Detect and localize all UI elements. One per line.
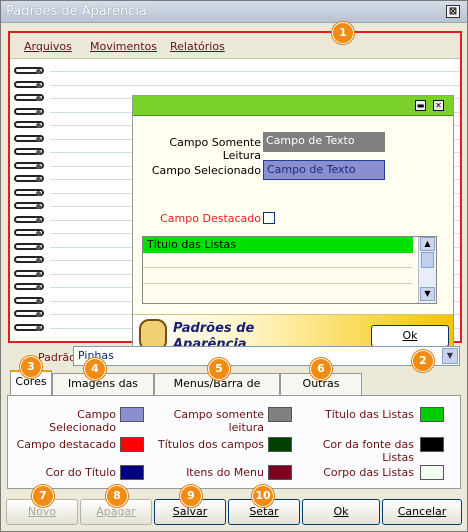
notebook-background: ▬ ✕ Campo Somente Leitura Campo de Texto…: [10, 59, 460, 359]
color-label: Itens do Menu: [186, 466, 264, 479]
spiral-ring-icon: [14, 227, 44, 239]
chevron-down-icon[interactable]: ▼: [442, 348, 458, 364]
spiral-ring-icon: [14, 119, 44, 131]
callout-badge: 8: [106, 485, 128, 507]
appearance-window: Padrões de Aparência ⊠ Arquivos Moviment…: [0, 0, 468, 532]
callout-badge: 6: [310, 358, 332, 380]
menu-movimentos[interactable]: Movimentos: [90, 40, 157, 53]
spiral-ring-icon: [14, 92, 44, 104]
spiral-ring-icon: [14, 281, 44, 293]
color-label: Títulos dos campos: [158, 438, 264, 451]
color-label: Cor do Título: [45, 466, 117, 479]
callout-badge: 5: [208, 358, 230, 380]
color-swatch-titulos-dos-campos[interactable]: [268, 437, 292, 452]
callout-badge: 3: [20, 356, 42, 378]
spiral-ring-icon: [14, 146, 44, 158]
list-title-row: Título das Listas: [143, 237, 413, 253]
callout-badge: 2: [412, 350, 434, 372]
color-swatch-cor-da-fonte-das-listas[interactable]: [420, 437, 444, 452]
color-swatch-itens-do-menu[interactable]: [268, 465, 292, 480]
menu-relatorios[interactable]: Relatórios: [170, 40, 225, 53]
preview-form: ▬ ✕ Campo Somente Leitura Campo de Texto…: [132, 95, 454, 359]
preview-form-titlebar: ▬ ✕: [133, 96, 453, 116]
readonly-field-label: Campo Somente Leitura: [169, 136, 261, 162]
spiral-ring-icon: [14, 133, 44, 145]
preview-list[interactable]: Título das Listas ▲ ▼: [142, 236, 437, 304]
close-icon[interactable]: ✕: [433, 100, 444, 111]
callout-badge: 9: [180, 485, 202, 507]
scroll-down-icon[interactable]: ▼: [420, 287, 435, 301]
selected-field-label: Campo Selecionado: [151, 164, 261, 177]
list-row-divider: [143, 283, 413, 284]
window-title: Padrões de Aparência: [6, 4, 147, 19]
ruled-line: [50, 84, 460, 86]
spiral-ring-icon: [14, 65, 44, 77]
spiral-ring-icon: [14, 187, 44, 199]
spiral-ring-icon: [14, 79, 44, 91]
title-bar: Padrões de Aparência ⊠: [1, 1, 467, 23]
spiral-ring-icon: [14, 173, 44, 185]
color-label: Corpo das Listas: [323, 466, 414, 479]
scroll-up-icon[interactable]: ▲: [420, 237, 435, 251]
callout-badge: 4: [84, 358, 106, 380]
spiral-ring-icon: [14, 214, 44, 226]
color-swatch-cor-do-titulo[interactable]: [120, 465, 144, 480]
spiral-ring-icon: [14, 254, 44, 266]
callout-badge: 7: [32, 485, 54, 507]
preview-menu-bar: Arquivos Movimentos Relatórios: [10, 33, 460, 59]
minimize-icon[interactable]: ▬: [415, 100, 426, 111]
spiral-ring-icon: [14, 241, 44, 253]
list-scrollbar[interactable]: ▲ ▼: [418, 237, 436, 303]
spiral-ring-icon: [14, 322, 44, 334]
colors-tab-panel: Campo Selecionado Campo destacado Cor do…: [7, 395, 461, 489]
scroll-thumb[interactable]: [421, 252, 434, 268]
color-label: Campo destacado: [16, 438, 116, 451]
padrao-label: Padrão: [38, 351, 76, 364]
color-swatch-corpo-das-listas[interactable]: [420, 465, 444, 480]
highlighted-field-label: Campo Destacado: [160, 212, 261, 225]
spiral-ring-icon: [14, 308, 44, 320]
menu-arquivos[interactable]: Arquivos: [24, 40, 72, 53]
spiral-ring-icon: [14, 106, 44, 118]
close-icon[interactable]: ⊠: [446, 5, 460, 18]
highlighted-field-checkbox[interactable]: [263, 212, 275, 224]
callout-badge: 10: [252, 485, 274, 507]
spiral-ring-icon: [14, 160, 44, 172]
spiral-ring-icon: [14, 268, 44, 280]
cancelar-button[interactable]: Cancelar: [382, 499, 462, 525]
spiral-ring-icon: [14, 295, 44, 307]
list-row-divider: [143, 267, 413, 268]
color-swatch-titulo-das-listas[interactable]: [420, 407, 444, 422]
preview-panel: Arquivos Movimentos Relatórios ▬ ✕ Campo…: [8, 31, 462, 359]
color-label: Título das Listas: [325, 408, 414, 421]
color-label: Cor da fonte das Listas: [322, 438, 414, 464]
color-swatch-campo-selecionado[interactable]: [120, 407, 144, 422]
selected-field[interactable]: Campo de Texto: [263, 160, 385, 180]
callout-badge: 1: [332, 22, 354, 44]
ruled-line: [50, 71, 460, 72]
color-swatch-campo-somente-leitura[interactable]: [268, 407, 292, 422]
ok-button[interactable]: Ok: [302, 499, 380, 525]
color-label: Campo somente leitura: [173, 408, 264, 434]
preview-ok-button[interactable]: Ok: [371, 325, 449, 347]
padrao-select[interactable]: Pinhas ▼: [73, 346, 460, 366]
color-swatch-campo-destacado[interactable]: [120, 437, 144, 452]
readonly-field[interactable]: Campo de Texto: [263, 132, 385, 152]
color-label: Campo Selecionado: [49, 408, 116, 434]
spiral-ring-icon: [14, 200, 44, 212]
